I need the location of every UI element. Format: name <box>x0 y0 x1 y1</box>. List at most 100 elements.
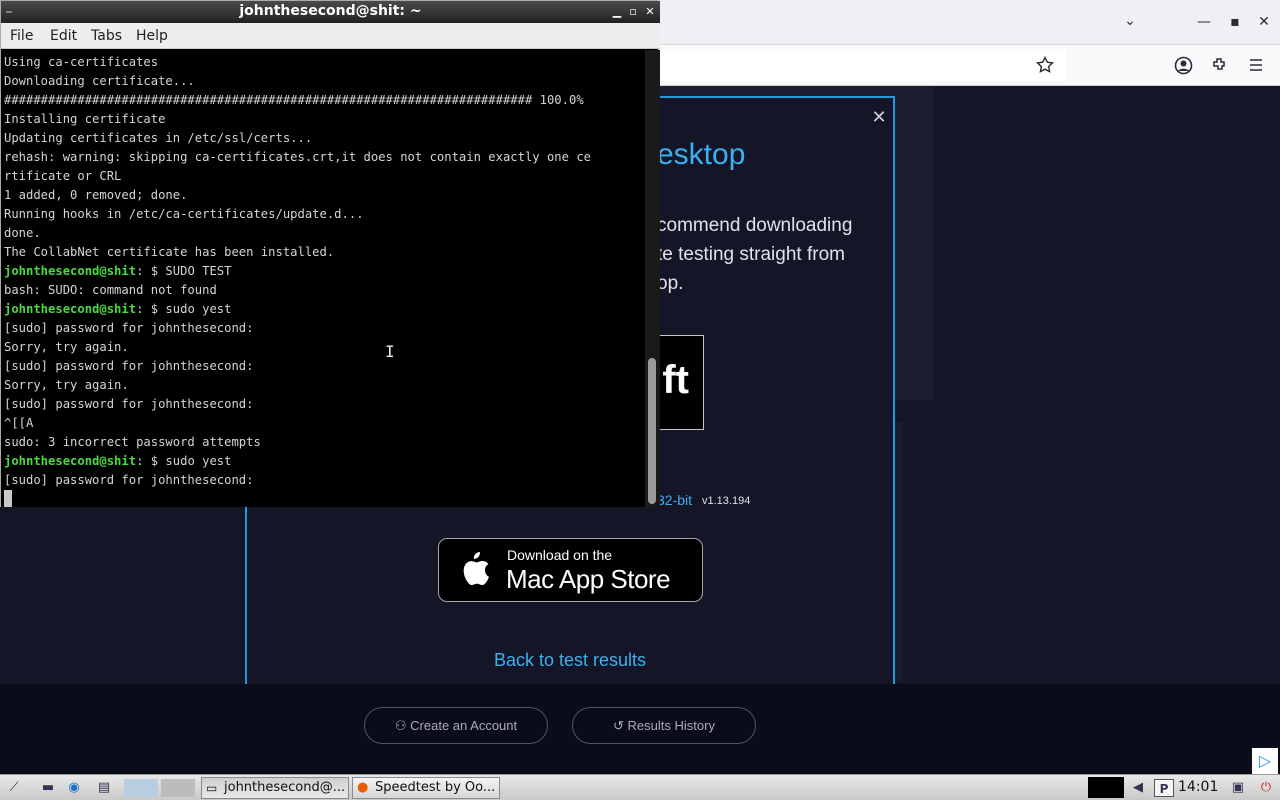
power-icon[interactable]: ⏻ <box>1256 779 1276 797</box>
browser-launcher-icon[interactable]: ◉ <box>64 779 84 797</box>
create-account-label: Create an Account <box>410 718 518 733</box>
ad-choices-icon[interactable]: ▷ <box>1252 748 1278 774</box>
linux-32bit-link[interactable]: 32-bit <box>657 492 692 508</box>
screen-lock-icon[interactable]: ▣ <box>1228 779 1248 797</box>
terminal-line-text: : $ SUDO TEST <box>136 264 232 278</box>
menu-tabs[interactable]: Tabs <box>91 28 122 44</box>
terminal-line-text: [sudo] password for johnthesecond: <box>4 359 254 373</box>
prompt-user-host: johnthesecond@shit <box>4 264 137 278</box>
terminal-cursor-line <box>4 490 645 507</box>
account-icon[interactable] <box>1174 56 1193 75</box>
terminal-line-text: The CollabNet certificate has been insta… <box>4 245 335 259</box>
add-user-icon: ⚇ <box>394 718 411 733</box>
terminal-close-icon[interactable]: ✕ <box>642 4 658 20</box>
terminal-line: rtificate or CRL <box>4 167 645 186</box>
clock[interactable]: 14:01 <box>1178 779 1218 795</box>
terminal-line: The CollabNet certificate has been insta… <box>4 243 645 262</box>
minimize-all-icon[interactable]: ▬ <box>38 779 58 797</box>
modal-close-icon[interactable]: ✕ <box>867 106 891 130</box>
linux-version: v1.13.194 <box>702 495 751 507</box>
terminal-line-text: ^[[A <box>4 416 34 430</box>
terminal-line: done. <box>4 224 645 243</box>
terminal-line-text: Updating certificates in /etc/ssl/certs.… <box>4 131 313 145</box>
terminal-line-text: Sorry, try again. <box>4 340 129 354</box>
terminal-output[interactable]: Using ca-certificates Downloading certifi… <box>1 50 645 507</box>
app-menu-icon[interactable] <box>1248 57 1264 73</box>
terminal-line-text: [sudo] password for johnthesecond: <box>4 397 254 411</box>
terminal-line: [sudo] password for johnthesecond: <box>4 471 645 490</box>
results-history-label: Results History <box>627 718 715 733</box>
terminal-line-text: : $ sudo yest <box>136 302 232 316</box>
terminal-line-text: [sudo] password for johnthesecond: <box>4 473 254 487</box>
terminal-line: johnthesecond@shit: $ sudo yest <box>4 452 645 471</box>
terminal-line-text: ########################################… <box>4 93 584 107</box>
terminal-line: bash: SUDO: command not found <box>4 281 645 300</box>
terminal-line: sudo: 3 incorrect password attempts <box>4 433 645 452</box>
terminal-window: ⎯ johnthesecond@shit: ~ ▁ ▫ ✕ File Edit … <box>0 0 660 507</box>
terminal-line-text: Installing certificate <box>4 112 166 126</box>
terminal-line-text: bash: SUDO: command not found <box>4 283 217 297</box>
history-icon: ↺ <box>613 718 628 733</box>
taskbar-task-firefox[interactable]: ● Speedtest by Oo... <box>352 777 500 799</box>
terminal-line: johnthesecond@shit: $ sudo yest <box>4 300 645 319</box>
modal-text-line: commend downloading <box>657 215 853 236</box>
text-cursor <box>4 490 12 507</box>
terminal-line-text: Using ca-certificates <box>4 55 159 69</box>
terminal-line: ########################################… <box>4 91 645 110</box>
terminal-maximize-icon[interactable]: ▫ <box>625 4 641 20</box>
workspace-2-icon[interactable] <box>161 779 195 797</box>
start-menu-icon[interactable]: ⟋ <box>4 779 24 797</box>
close-icon[interactable]: ✕ <box>1252 12 1276 32</box>
terminal-line: Downloading certificate... <box>4 72 645 91</box>
workspace-1-icon[interactable] <box>124 779 158 797</box>
taskbar-task-terminal[interactable]: ▭ johnthesecond@... <box>201 777 349 799</box>
terminal-line: Updating certificates in /etc/ssl/certs.… <box>4 129 645 148</box>
terminal-line: [sudo] password for johnthesecond: <box>4 357 645 376</box>
back-to-results-link[interactable]: Back to test results <box>0 650 1140 671</box>
menu-file[interactable]: File <box>10 28 33 44</box>
menu-help[interactable]: Help <box>136 28 168 44</box>
terminal-line: ^[[A <box>4 414 645 433</box>
mouse-ibeam-cursor: I <box>385 342 395 361</box>
terminal-line-text: rtificate or CRL <box>4 169 122 183</box>
terminal-line: Sorry, try again. <box>4 338 645 357</box>
volume-icon[interactable]: ◀ <box>1128 779 1148 797</box>
terminal-scrollbar[interactable] <box>645 50 660 507</box>
terminal-line-text: Running hooks in /etc/ca-certificates/up… <box>4 207 364 221</box>
terminal-line-text: rehash: warning: skipping ca-certificate… <box>4 150 591 164</box>
terminal-line: rehash: warning: skipping ca-certificate… <box>4 148 645 167</box>
terminal-minimize-icon[interactable]: ▁ <box>609 4 625 20</box>
results-history-button[interactable]: ↺ Results History <box>572 707 756 744</box>
tab-list-dropdown-icon[interactable]: ⌄ <box>1118 11 1142 31</box>
terminal-menubar: File Edit Tabs Help <box>1 23 660 49</box>
terminal-line-text: done. <box>4 226 41 240</box>
clipboard-p-icon[interactable]: P <box>1154 779 1174 797</box>
minimize-icon[interactable]: — <box>1192 12 1216 32</box>
firefox-app-icon: ● <box>357 780 369 795</box>
menu-edit[interactable]: Edit <box>50 28 77 44</box>
file-manager-icon[interactable]: ▤ <box>94 779 114 797</box>
appstore-line2: Mac App Store <box>506 564 671 594</box>
terminal-line: Installing certificate <box>4 110 645 129</box>
microsoft-store-text: ft <box>662 358 689 402</box>
terminal-line: 1 added, 0 removed; done. <box>4 186 645 205</box>
terminal-titlebar[interactable]: ⎯ johnthesecond@shit: ~ ▁ ▫ ✕ <box>1 1 660 23</box>
bookmark-star-icon[interactable] <box>1036 56 1054 74</box>
terminal-scrollbar-thumb[interactable] <box>648 358 656 504</box>
maximize-icon[interactable]: ▪ <box>1223 12 1247 32</box>
terminal-line: johnthesecond@shit: $ SUDO TEST <box>4 262 645 281</box>
terminal-app-icon: ▭ <box>206 781 218 795</box>
mac-app-store-badge[interactable]: Download on the Mac App Store <box>438 538 703 602</box>
terminal-line: Sorry, try again. <box>4 376 645 395</box>
terminal-title: johnthesecond@shit: ~ <box>239 3 422 19</box>
terminal-line: Using ca-certificates <box>4 53 645 72</box>
extensions-icon[interactable] <box>1211 56 1229 74</box>
terminal-line-text: Downloading certificate... <box>4 74 195 88</box>
terminal-line-text: : $ sudo yest <box>136 454 232 468</box>
prompt-user-host: johnthesecond@shit <box>4 302 137 316</box>
modal-title: esktop <box>657 138 746 171</box>
task-label: Speedtest by Oo... <box>375 780 496 795</box>
apple-logo-icon <box>463 552 489 586</box>
create-account-button[interactable]: ⚇ Create an Account <box>364 707 548 744</box>
modal-text-line: op. <box>657 273 684 294</box>
